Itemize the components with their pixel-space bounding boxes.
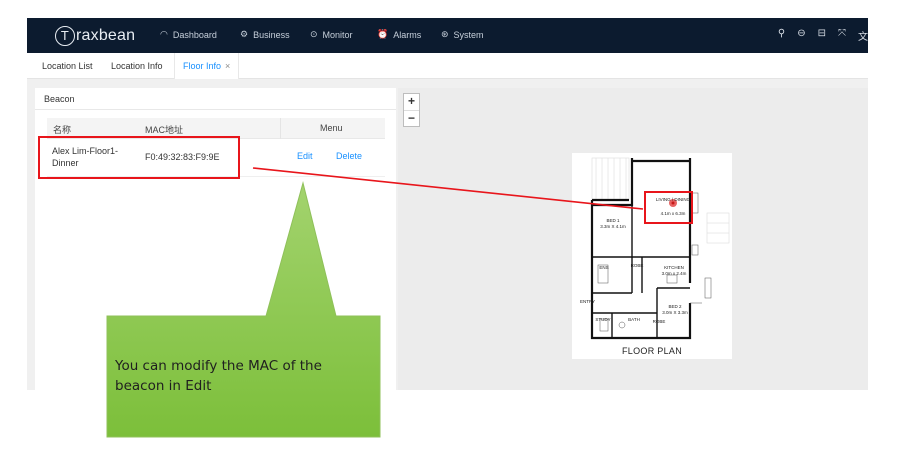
callout-text: You can modify the MAC of the beacon in … [115,358,322,394]
